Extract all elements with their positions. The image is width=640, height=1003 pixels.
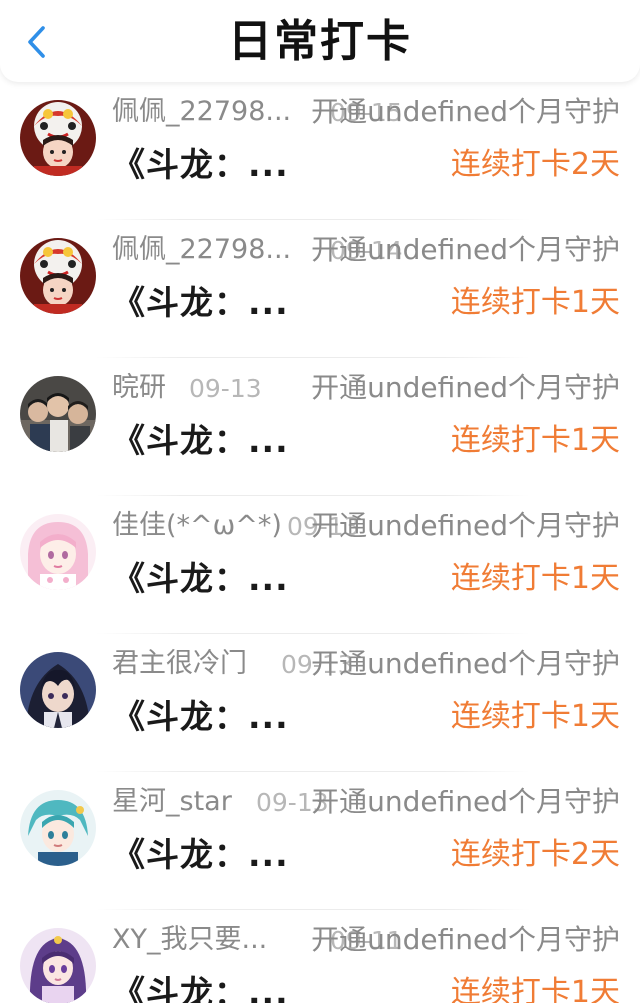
- list-item[interactable]: 佩佩_22798... 09-15 开通undefined个月守护 《斗龙：..…: [0, 82, 640, 220]
- list-item[interactable]: 佳佳(*^ω^*) 09-13 开通undefined个月守护 《斗龙：... …: [0, 496, 640, 634]
- guard-action-text: 开通undefined个月守护: [311, 647, 620, 680]
- avatar[interactable]: [20, 928, 96, 1003]
- avatar[interactable]: [20, 100, 96, 176]
- avatar[interactable]: [20, 514, 96, 590]
- streak-label: 连续打卡1天: [450, 975, 620, 1003]
- streak-label: 连续打卡2天: [450, 837, 620, 872]
- book-title[interactable]: 《斗龙：...: [112, 282, 289, 324]
- top-bar: 日常打卡: [0, 0, 640, 82]
- checkin-list: 佩佩_22798... 09-15 开通undefined个月守护 《斗龙：..…: [0, 82, 640, 1003]
- streak-label: 连续打卡1天: [450, 423, 620, 458]
- list-item[interactable]: 晥研 09-13 开通undefined个月守护 《斗龙：... 连续打卡1天: [0, 358, 640, 496]
- list-item[interactable]: 星河_star 09-13 开通undefined个月守护 《斗龙：... 连续…: [0, 772, 640, 910]
- streak-label: 连续打卡1天: [450, 285, 620, 320]
- username[interactable]: 晥研: [112, 370, 166, 406]
- guard-action-text: 开通undefined个月守护: [311, 509, 620, 542]
- list-item[interactable]: 佩佩_22798... 09-14 开通undefined个月守护 《斗龙：..…: [0, 220, 640, 358]
- username[interactable]: 星河_star: [112, 784, 232, 820]
- book-title[interactable]: 《斗龙：...: [112, 144, 289, 186]
- avatar[interactable]: [20, 376, 96, 452]
- streak-label: 连续打卡1天: [450, 561, 620, 596]
- list-item[interactable]: 君主很冷门 09-13 开通undefined个月守护 《斗龙：... 连续打卡…: [0, 634, 640, 772]
- username[interactable]: 佩佩_22798...: [112, 232, 291, 268]
- guard-action-text: 开通undefined个月守护: [311, 923, 620, 956]
- book-title[interactable]: 《斗龙：...: [112, 834, 289, 876]
- avatar[interactable]: [20, 790, 96, 866]
- book-title[interactable]: 《斗龙：...: [112, 420, 289, 462]
- guard-action-text: 开通undefined个月守护: [311, 95, 620, 128]
- guard-action-text: 开通undefined个月守护: [311, 233, 620, 266]
- avatar[interactable]: [20, 238, 96, 314]
- avatar[interactable]: [20, 652, 96, 728]
- guard-action-text: 开通undefined个月守护: [311, 371, 620, 404]
- book-title[interactable]: 《斗龙：...: [112, 696, 289, 738]
- list-item[interactable]: XY_我只要... 09-11 开通undefined个月守护 《斗龙：... …: [0, 910, 640, 1003]
- username[interactable]: XY_我只要...: [112, 922, 267, 958]
- guard-action-text: 开通undefined个月守护: [311, 785, 620, 818]
- streak-label: 连续打卡1天: [450, 699, 620, 734]
- book-title[interactable]: 《斗龙：...: [112, 558, 289, 600]
- username[interactable]: 君主很冷门: [112, 646, 247, 682]
- book-title[interactable]: 《斗龙：...: [112, 972, 289, 1003]
- checkin-date: 09-13: [189, 374, 262, 403]
- checkin-page: 日常打卡 佩佩_22798... 09-15 开通undefined个月守护 《…: [0, 0, 640, 1003]
- username[interactable]: 佳佳(*^ω^*): [112, 508, 282, 544]
- page-title: 日常打卡: [228, 16, 412, 67]
- streak-label: 连续打卡2天: [450, 147, 620, 182]
- username[interactable]: 佩佩_22798...: [112, 94, 291, 130]
